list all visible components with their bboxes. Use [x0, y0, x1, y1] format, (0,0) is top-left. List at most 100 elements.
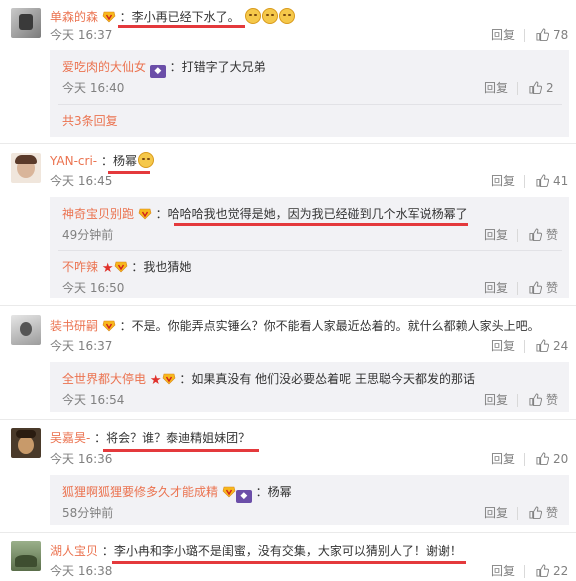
divider [0, 419, 576, 420]
like-button[interactable]: 78 [536, 27, 568, 43]
thumbs-up-icon [529, 506, 542, 519]
divider [524, 565, 525, 578]
comment-text: ：不是。你能弄点实锤么？你不能看人家最近怂着的。就什么都赖人家头上吧。 [119, 319, 540, 333]
comment-time: 今天 16:37 [50, 28, 113, 42]
reply-button[interactable]: 回复 [484, 505, 508, 521]
avatar[interactable] [11, 428, 41, 458]
cat-face-emoji [278, 8, 295, 24]
comment-username[interactable]: YAN-cri- [50, 154, 97, 168]
comment-time: 今天 16:45 [50, 174, 113, 188]
reply-text: ：如果真没有 他们没必要怂着呢 王思聪今天都发的那话 [179, 372, 475, 386]
divider [517, 282, 518, 295]
comment-time: 今天 16:37 [50, 339, 113, 353]
reply-button[interactable]: 回复 [491, 451, 515, 467]
comment-username[interactable]: 装书研嗣 [50, 319, 98, 333]
like-count: 赞 [546, 228, 559, 242]
like-count: 赞 [546, 506, 559, 520]
like-button[interactable]: 41 [536, 173, 568, 189]
divider [517, 229, 518, 242]
weibo-v-icon [222, 486, 236, 498]
like-count: 24 [553, 339, 569, 353]
comment-time: 今天 16:36 [50, 452, 113, 466]
avatar[interactable] [11, 315, 41, 345]
reply-button[interactable]: 回复 [491, 173, 515, 189]
like-button[interactable]: 2 [529, 80, 554, 96]
thumbs-up-icon [529, 81, 542, 94]
star-icon: ★ [149, 373, 162, 388]
highlight-underline [118, 25, 245, 28]
reply-button[interactable]: 回复 [491, 338, 515, 354]
reply-time: 49分钟前 [62, 228, 114, 242]
like-count: 2 [546, 81, 554, 95]
highlight-underline [108, 171, 150, 174]
weibo-v-icon [102, 11, 116, 23]
like-button[interactable]: 赞 [529, 227, 558, 243]
reply-username[interactable]: 神奇宝贝别跑 [62, 207, 134, 221]
thumbs-up-icon [536, 452, 549, 465]
comment-time: 今天 16:38 [50, 564, 113, 578]
more-replies-link[interactable]: 共3条回复 [62, 113, 118, 129]
thumbs-up-icon [529, 393, 542, 406]
comment-username[interactable]: 吴嘉昊- [50, 431, 90, 445]
reply-username[interactable]: 不咋辣 [62, 260, 98, 274]
like-button[interactable]: 赞 [529, 505, 558, 521]
thumbs-up-icon [536, 174, 549, 187]
divider [0, 305, 576, 306]
like-count: 22 [553, 564, 569, 578]
divider [58, 250, 562, 251]
comment-text: ：李小再已经下水了。 [119, 10, 240, 24]
highlight-underline [112, 561, 466, 564]
reply-username[interactable]: 狐狸啊狐狸要修多久才能成精 [62, 485, 218, 499]
reply-text: ：杨幂 [255, 485, 292, 499]
highlight-underline [103, 449, 259, 452]
reply-text: ：打错字了大兄弟 [169, 60, 266, 74]
thumbs-up-icon [536, 28, 549, 41]
weibo-v-icon [102, 320, 116, 332]
weibo-v-icon [162, 373, 176, 385]
like-button[interactable]: 20 [536, 451, 568, 467]
divider [524, 175, 525, 188]
reply-button[interactable]: 回复 [484, 80, 508, 96]
comment-text: ：杨幂 [100, 154, 137, 168]
comment-text: ：将会？谁？泰迪精姐妹团？ [94, 431, 251, 445]
reply-username[interactable]: 全世界都大停电 [62, 372, 146, 386]
reply-time: 今天 16:40 [62, 81, 125, 95]
cat-face-emoji [261, 8, 278, 24]
vip-badge-icon: ◆ [235, 490, 252, 503]
like-button[interactable]: 22 [536, 563, 568, 579]
like-count: 赞 [546, 393, 559, 407]
divider [517, 507, 518, 520]
comment-username[interactable]: 单森的森 [50, 10, 98, 24]
like-button[interactable]: 赞 [529, 392, 558, 408]
avatar[interactable] [11, 541, 41, 571]
like-button[interactable]: 24 [536, 338, 568, 354]
reply-button[interactable]: 回复 [491, 27, 515, 43]
divider [0, 532, 576, 533]
reply-button[interactable]: 回复 [491, 563, 515, 579]
comment-text: ：李小冉和李小璐不是闺蜜，没有交集，大家可以猜别人了！谢谢！ [101, 544, 462, 558]
thumbs-up-icon [529, 281, 542, 294]
like-button[interactable]: 赞 [529, 280, 558, 296]
reply-button[interactable]: 回复 [484, 280, 508, 296]
reply-username[interactable]: 爱吃肉的大仙女 [62, 60, 146, 74]
divider [524, 29, 525, 42]
avatar[interactable] [11, 153, 41, 183]
reply-text: ：我也猜她 [131, 260, 192, 274]
cat-face-emoji [137, 152, 154, 168]
like-count: 78 [553, 28, 569, 42]
highlight-underline [174, 223, 468, 226]
star-icon: ★ [101, 261, 114, 276]
weibo-v-icon [114, 261, 128, 273]
divider [517, 394, 518, 407]
reply-time: 今天 16:54 [62, 393, 125, 407]
vip-badge-icon: ◆ [149, 65, 166, 78]
reply-time: 58分钟前 [62, 506, 114, 520]
like-count: 赞 [546, 281, 559, 295]
like-count: 20 [553, 452, 569, 466]
reply-button[interactable]: 回复 [484, 392, 508, 408]
reply-button[interactable]: 回复 [484, 227, 508, 243]
comment-username[interactable]: 湖人宝贝 [50, 544, 98, 558]
thumbs-up-icon [529, 228, 542, 241]
avatar[interactable] [11, 8, 41, 38]
thumbs-up-icon [536, 339, 549, 352]
